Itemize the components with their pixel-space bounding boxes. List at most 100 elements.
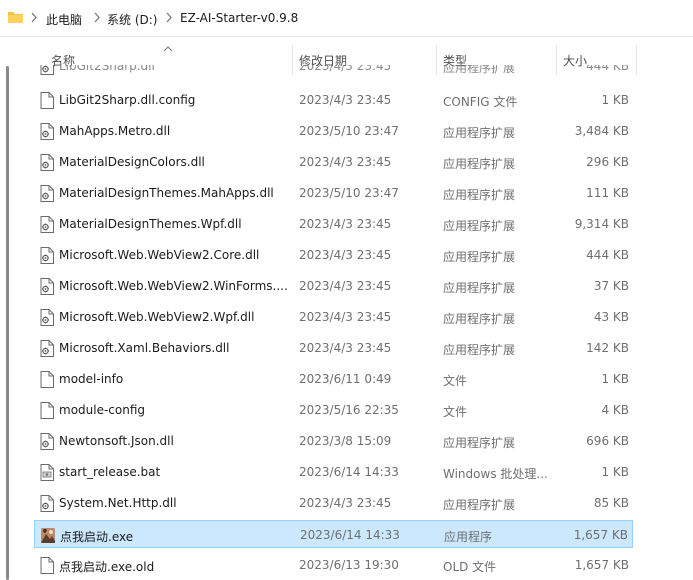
file-type: 文件 (443, 374, 468, 388)
dll-file-icon (40, 495, 54, 512)
file-name: LibGit2Sharp.dll.config (59, 93, 196, 107)
file-modified-date: 2023/5/10 23:47 (299, 186, 399, 200)
file-modified-date: 2023/6/11 0:49 (299, 372, 392, 386)
file-size: 111 KB (586, 186, 629, 200)
file-modified-date: 2023/4/3 23:45 (299, 217, 392, 231)
file-name: Newtonsoft.Json.dll (59, 434, 174, 448)
file-row[interactable]: model-info 2023/6/11 0:49 文件 1 KB (34, 365, 633, 393)
file-row[interactable]: start_release.bat 2023/6/14 14:33 Windows … (34, 458, 633, 486)
file-size: 1,657 KB (573, 528, 628, 542)
file-size: 1 KB (601, 93, 629, 107)
file-modified-date: 2023/4/3 23:45 (299, 279, 392, 293)
generic-file-icon (40, 92, 54, 109)
file-type: 应用程序扩展 (443, 281, 516, 295)
file-name: 点我启动.exe (60, 530, 134, 544)
file-name: System.Net.Http.dll (59, 496, 177, 510)
file-name: MahApps.Metro.dll (59, 124, 171, 138)
file-type: 应用程序扩展 (443, 343, 516, 357)
file-modified-date: 2023/6/13 19:30 (299, 558, 399, 572)
file-modified-date: 2023/4/3 23:45 (299, 248, 392, 262)
file-size: 1 KB (601, 372, 629, 386)
dll-file-icon (40, 309, 54, 326)
app-exe-icon (41, 527, 55, 544)
file-modified-date: 2023/6/14 14:33 (300, 528, 400, 542)
file-name: 点我启动.exe.old (59, 560, 155, 574)
file-row[interactable]: LibGit2Sharp.dll.config 2023/4/3 23:45 CON… (34, 86, 633, 114)
file-type: 应用程序扩展 (443, 65, 516, 75)
file-size: 444 KB (586, 248, 629, 262)
dll-file-icon (40, 65, 54, 75)
file-row[interactable]: MaterialDesignThemes.MahApps.dll 2023/5/1… (34, 179, 633, 207)
file-row[interactable]: System.Net.Http.dll 2023/4/3 23:45 应用程序扩展 8… (34, 489, 633, 517)
file-name: Microsoft.Web.WebView2.Core.dll (59, 248, 260, 262)
file-type: 应用程序扩展 (443, 126, 516, 140)
file-modified-date: 2023/3/8 15:09 (299, 434, 392, 448)
file-row[interactable]: MaterialDesignColors.dll 2023/4/3 23:45 应用… (34, 148, 633, 176)
file-name: LibGit2Sharp.dll (59, 65, 155, 73)
file-type: OLD 文件 (443, 560, 497, 574)
file-type: Windows 批处理... (443, 467, 548, 481)
file-row[interactable]: Microsoft.Web.WebView2.WinForms.... 2023/… (34, 272, 633, 300)
file-list: LibGit2Sharp.dll 2023/4/3 23:45 应用程序扩展 444 … (0, 0, 693, 580)
dll-file-icon (40, 433, 54, 450)
dll-file-icon (40, 123, 54, 140)
file-size: 1,657 KB (574, 558, 629, 572)
dll-file-icon (40, 278, 54, 295)
file-row[interactable]: Microsoft.Web.WebView2.Wpf.dll 2023/4/3 2… (34, 303, 633, 331)
file-modified-date: 2023/4/3 23:45 (299, 310, 392, 324)
file-row[interactable]: LibGit2Sharp.dll 2023/4/3 23:45 应用程序扩展 444 … (34, 65, 633, 75)
file-modified-date: 2023/5/10 23:47 (299, 124, 399, 138)
file-modified-date: 2023/4/3 23:45 (299, 496, 392, 510)
file-name: Microsoft.Web.WebView2.Wpf.dll (59, 310, 255, 324)
file-modified-date: 2023/4/3 23:45 (299, 65, 392, 73)
dll-file-icon (40, 154, 54, 171)
batch-file-icon (40, 464, 54, 481)
file-size: 3,484 KB (574, 124, 629, 138)
file-size: 1 KB (601, 465, 629, 479)
file-name: MaterialDesignColors.dll (59, 155, 205, 169)
file-row[interactable]: Newtonsoft.Json.dll 2023/3/8 15:09 应用程序扩展 6… (34, 427, 633, 455)
file-name: Microsoft.Xaml.Behaviors.dll (59, 341, 230, 355)
generic-file-icon (40, 402, 54, 419)
file-size: 696 KB (586, 434, 629, 448)
file-row[interactable]: 点我启动.exe.old 2023/6/13 19:30 OLD 文件 1,657 K… (34, 551, 633, 579)
file-name: model-info (59, 372, 124, 386)
file-row[interactable]: Microsoft.Web.WebView2.Core.dll 2023/4/3 … (34, 241, 633, 269)
file-row[interactable]: module-config 2023/5/16 22:35 文件 4 KB (34, 396, 633, 424)
file-name: start_release.bat (59, 465, 161, 479)
file-row-selected[interactable]: 点我启动.exe 2023/6/14 14:33 应用程序 1,657 KB (34, 520, 633, 548)
file-type: CONFIG 文件 (443, 95, 518, 109)
dll-file-icon (40, 247, 54, 264)
file-size: 296 KB (586, 155, 629, 169)
file-row[interactable]: MahApps.Metro.dll 2023/5/10 23:47 应用程序扩展 3,… (34, 117, 633, 145)
file-type: 应用程序扩展 (443, 436, 516, 450)
file-type: 应用程序 (444, 530, 493, 544)
file-modified-date: 2023/5/16 22:35 (299, 403, 399, 417)
dll-file-icon (40, 185, 54, 202)
file-type: 应用程序扩展 (443, 188, 516, 202)
file-row[interactable]: Microsoft.Xaml.Behaviors.dll 2023/4/3 23:… (34, 334, 633, 362)
file-name: MaterialDesignThemes.Wpf.dll (59, 217, 242, 231)
file-type: 应用程序扩展 (443, 157, 516, 171)
file-type: 应用程序扩展 (443, 219, 516, 233)
file-type: 文件 (443, 405, 468, 419)
file-modified-date: 2023/4/3 23:45 (299, 341, 392, 355)
dll-file-icon (40, 216, 54, 233)
file-name: MaterialDesignThemes.MahApps.dll (59, 186, 274, 200)
file-size: 444 KB (586, 65, 629, 73)
file-size: 4 KB (601, 403, 629, 417)
file-modified-date: 2023/6/14 14:33 (299, 465, 399, 479)
file-name: module-config (59, 403, 146, 417)
generic-file-icon (40, 371, 54, 388)
file-size: 9,314 KB (574, 217, 629, 231)
file-type: 应用程序扩展 (443, 312, 516, 326)
file-size: 37 KB (593, 279, 629, 293)
dll-file-icon (40, 340, 54, 357)
file-row[interactable]: MaterialDesignThemes.Wpf.dll 2023/4/3 23:… (34, 210, 633, 238)
file-modified-date: 2023/4/3 23:45 (299, 155, 392, 169)
generic-file-icon (40, 557, 54, 574)
file-type: 应用程序扩展 (443, 250, 516, 264)
file-size: 85 KB (593, 496, 629, 510)
file-type: 应用程序扩展 (443, 498, 516, 512)
file-modified-date: 2023/4/3 23:45 (299, 93, 392, 107)
